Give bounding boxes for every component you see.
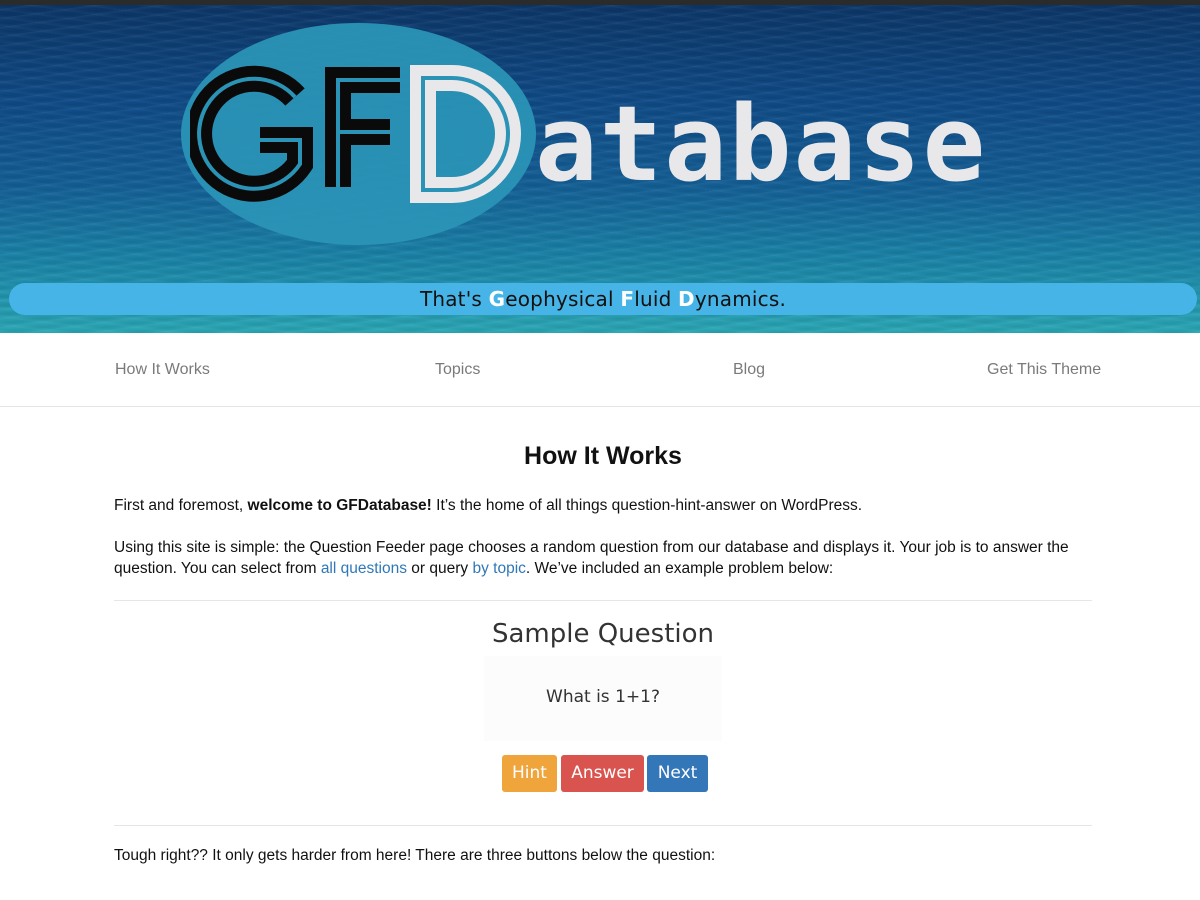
logo-text-atabase: atabase xyxy=(535,83,987,205)
hint-button[interactable]: Hint xyxy=(502,755,557,792)
nav-item-how-it-works[interactable]: How It Works xyxy=(115,333,210,406)
closing-paragraph: Tough right?? It only gets harder from h… xyxy=(114,847,716,864)
intro-pre: First and foremost, xyxy=(114,497,248,514)
divider-bottom xyxy=(114,825,1092,826)
main-nav: How It Works Topics Blog Get This Theme xyxy=(0,333,1200,407)
by-topic-link[interactable]: by topic xyxy=(472,560,525,577)
nav-item-topics[interactable]: Topics xyxy=(435,333,480,406)
tagline-part4: ynamics. xyxy=(694,287,787,311)
site-logo[interactable]: atabase xyxy=(190,52,1030,212)
intro-paragraph: First and foremost, welcome to GFDatabas… xyxy=(114,495,1092,516)
question-text: What is 1+1? xyxy=(546,687,660,707)
usage-paragraph: Using this site is simple: the Question … xyxy=(114,537,1092,579)
main-content: How It Works First and foremost, welcome… xyxy=(114,407,1092,866)
usage-mid: or query xyxy=(406,560,473,577)
tagline-bar: That's Geophysical Fluid Dynamics. xyxy=(9,283,1197,315)
header-banner: atabase That's Geophysical Fluid Dynamic… xyxy=(0,0,1200,333)
page-title: How It Works xyxy=(524,442,682,470)
tagline-part2: eophysical xyxy=(505,287,621,311)
usage-post: . We’ve included an example problem belo… xyxy=(525,560,834,577)
next-button[interactable]: Next xyxy=(647,755,708,792)
sample-question-widget: Sample Question What is 1+1? Hint Answer… xyxy=(114,601,1092,825)
intro-bold: welcome to GFDatabase! xyxy=(247,497,432,514)
intro-post: It’s the home of all things question-hin… xyxy=(431,497,863,514)
tagline-f: F xyxy=(620,287,635,311)
answer-button[interactable]: Answer xyxy=(561,755,644,792)
sample-question-title: Sample Question xyxy=(491,619,715,649)
all-questions-link[interactable]: all questions xyxy=(321,560,407,577)
nav-item-blog[interactable]: Blog xyxy=(733,333,765,406)
nav-item-get-this-theme[interactable]: Get This Theme xyxy=(987,333,1101,406)
tagline-d: D xyxy=(678,287,695,311)
top-border xyxy=(0,0,1200,5)
tagline-part3: luid xyxy=(634,287,679,311)
tagline-g: G xyxy=(488,287,506,311)
tagline-part1: That's xyxy=(419,287,489,311)
